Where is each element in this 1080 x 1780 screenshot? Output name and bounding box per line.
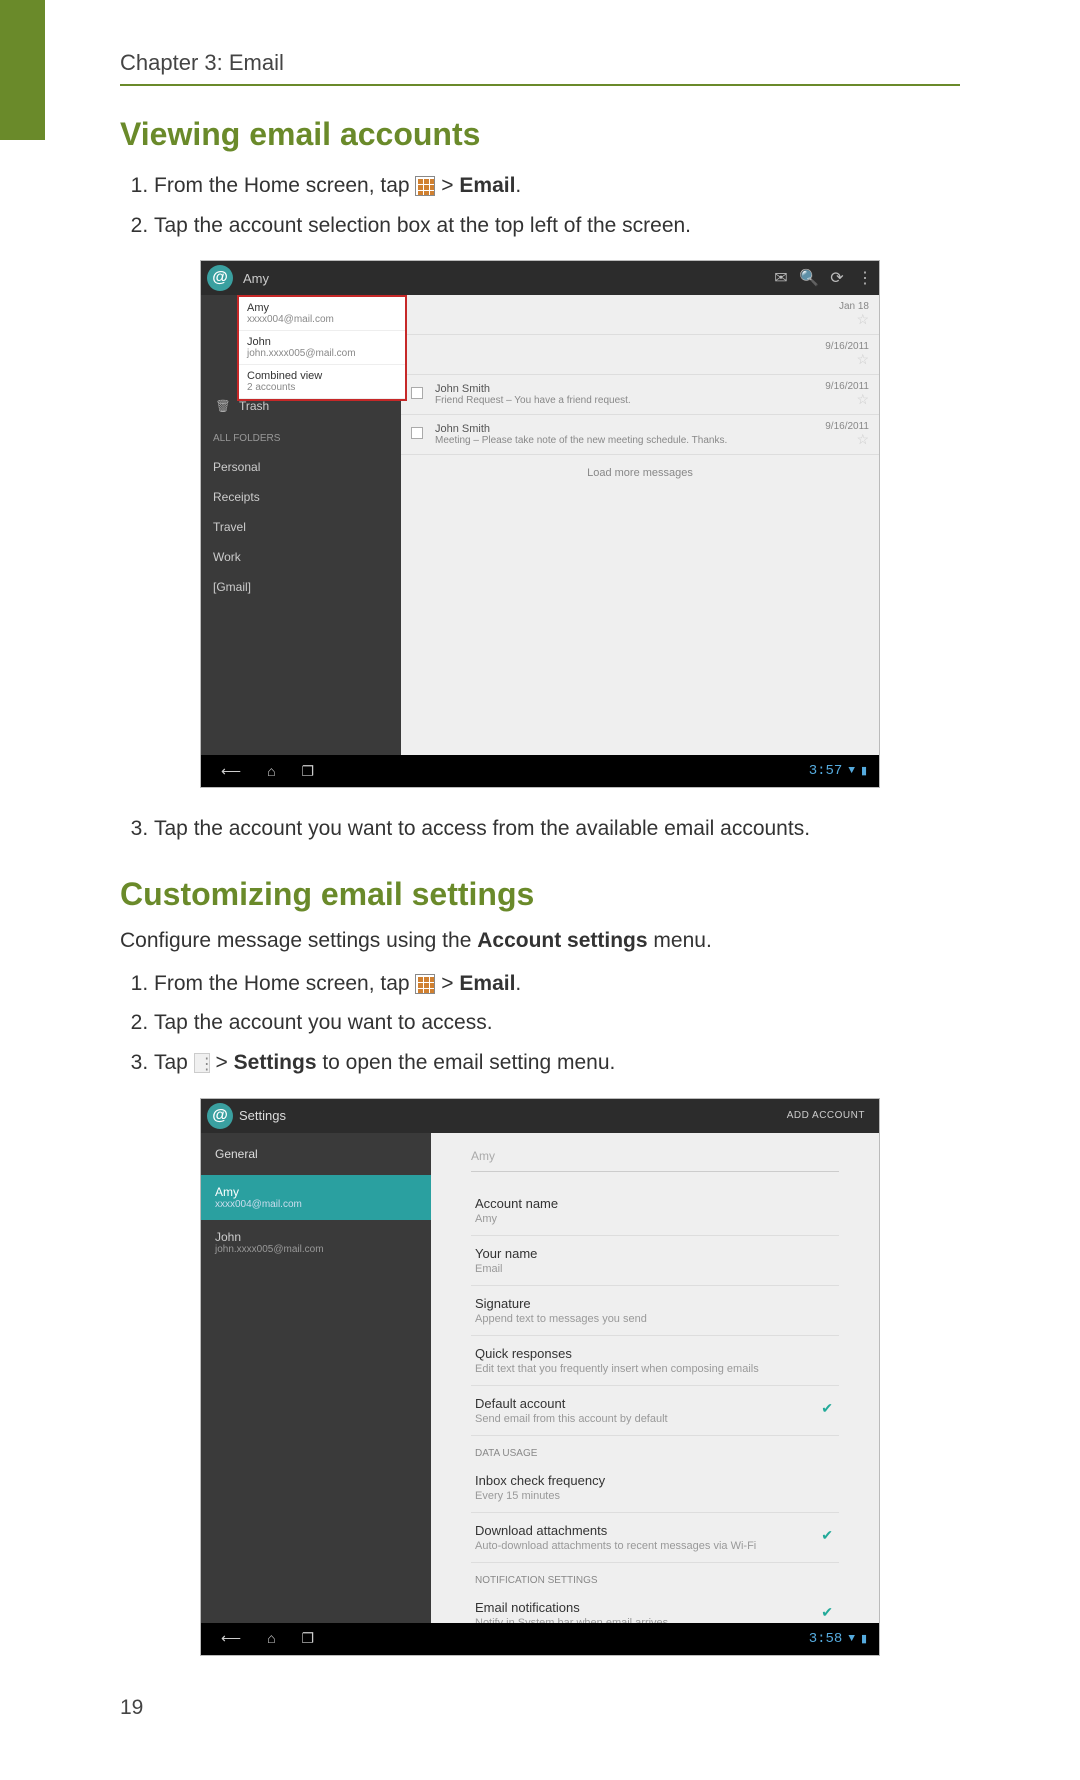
dropdown-item[interactable]: Combined view 2 accounts — [239, 365, 405, 399]
checkbox[interactable] — [411, 427, 423, 439]
settings-topbar: @ Settings ADD ACCOUNT — [201, 1099, 879, 1133]
email-at-icon: @ — [207, 265, 233, 291]
apps-grid-icon — [415, 176, 435, 196]
home-icon[interactable]: ⌂ — [267, 763, 275, 780]
step-2b: Tap the account you want to access. — [154, 1006, 960, 1040]
chapter-header: Chapter 3: Email — [120, 50, 960, 86]
overflow-menu-icon — [194, 1053, 210, 1073]
step-3b: Tap > Settings to open the email setting… — [154, 1046, 960, 1080]
sidebar-item[interactable]: Personal — [201, 452, 401, 482]
back-icon[interactable]: ⟵ — [221, 763, 241, 780]
checkbox-checked-icon[interactable]: ✔ — [821, 1604, 833, 1621]
account-selector[interactable]: Amy — [239, 271, 767, 286]
refresh-icon[interactable]: ⟳ — [823, 268, 851, 288]
clock: 3:58 — [809, 1631, 843, 1647]
settings-row[interactable]: SignatureAppend text to messages you sen… — [471, 1286, 839, 1336]
step-3: Tap the account you want to access from … — [154, 812, 960, 846]
sidebar-item[interactable]: Work — [201, 542, 401, 572]
settings-row[interactable]: Your nameEmail — [471, 1236, 839, 1286]
sidebar-item[interactable]: Receipts — [201, 482, 401, 512]
checkbox-checked-icon[interactable]: ✔ — [821, 1527, 833, 1544]
settings-row[interactable]: Download attachmentsAuto-download attach… — [471, 1513, 839, 1563]
compose-icon[interactable]: ✉ — [767, 268, 795, 288]
apps-grid-icon — [415, 974, 435, 994]
recent-apps-icon[interactable]: ❐ — [302, 763, 315, 780]
system-navbar: ⟵ ⌂ ❐ 3:57 ▼ ▮ — [201, 755, 879, 787]
settings-row[interactable]: Default accountSend email from this acco… — [471, 1386, 839, 1436]
settings-general[interactable]: General — [201, 1133, 431, 1175]
settings-category: NOTIFICATION SETTINGS — [471, 1563, 839, 1590]
add-account-button[interactable]: ADD ACCOUNT — [787, 1110, 879, 1121]
home-icon[interactable]: ⌂ — [267, 1630, 275, 1647]
message-row[interactable]: John Smith Meeting – Please take note of… — [401, 415, 879, 455]
section-tab — [0, 0, 45, 140]
wifi-icon: ▼ — [848, 765, 855, 777]
screenshot-email-settings: @ Settings ADD ACCOUNT General Amy xxxx0… — [200, 1098, 880, 1656]
section-title-viewing: Viewing email accounts — [120, 116, 960, 153]
battery-icon: ▮ — [861, 1632, 867, 1646]
star-icon[interactable]: ☆ — [856, 391, 869, 408]
step-1: From the Home screen, tap > Email. — [154, 169, 960, 203]
dropdown-item[interactable]: Amy xxxx004@mail.com — [239, 297, 405, 331]
trash-icon: 🗑 — [213, 399, 233, 413]
account-dropdown[interactable]: Amy xxxx004@mail.com John john.xxxx005@m… — [237, 295, 407, 401]
message-row[interactable]: John Smith Friend Request – You have a f… — [401, 375, 879, 415]
clock: 3:57 — [809, 763, 843, 779]
settings-row[interactable]: Email notificationsNotify in System bar … — [471, 1590, 839, 1623]
message-row[interactable]: Jan 18 ☆ — [401, 295, 879, 335]
step-1b: From the Home screen, tap > Email. — [154, 967, 960, 1001]
section-intro: Configure message settings using the Acc… — [120, 929, 960, 953]
settings-row[interactable]: Quick responsesEdit text that you freque… — [471, 1336, 839, 1386]
search-icon[interactable]: 🔍 — [795, 268, 823, 288]
recent-apps-icon[interactable]: ❐ — [302, 1630, 315, 1647]
settings-account-item[interactable]: Amy xxxx004@mail.com — [201, 1175, 431, 1220]
message-list: Jan 18 ☆ 9/16/2011 ☆ John Smith Friend R… — [401, 295, 879, 755]
settings-sidebar: General Amy xxxx004@mail.com John john.x… — [201, 1133, 431, 1623]
settings-row[interactable]: Inbox check frequencyEvery 15 minutes — [471, 1463, 839, 1513]
sidebar-header-allfolders: ALL FOLDERS — [201, 421, 401, 452]
app-topbar: @ Amy ✉ 🔍 ⟳ ⋮ — [201, 261, 879, 295]
settings-account-item[interactable]: John john.xxxx005@mail.com — [201, 1220, 431, 1265]
dropdown-item[interactable]: John john.xxxx005@mail.com — [239, 331, 405, 365]
settings-panel: Amy Account nameAmy Your nameEmail Signa… — [431, 1133, 879, 1623]
settings-category: DATA USAGE — [471, 1436, 839, 1463]
sidebar-item[interactable]: Travel — [201, 512, 401, 542]
message-row[interactable]: 9/16/2011 ☆ — [401, 335, 879, 375]
star-icon[interactable]: ☆ — [856, 431, 869, 448]
folder-sidebar: Amy xxxx004@mail.com John john.xxxx005@m… — [201, 295, 401, 755]
settings-row[interactable]: Account nameAmy — [471, 1186, 839, 1236]
step-2: Tap the account selection box at the top… — [154, 209, 960, 243]
load-more-button[interactable]: Load more messages — [401, 455, 879, 491]
section-title-customizing: Customizing email settings — [120, 876, 960, 913]
wifi-icon: ▼ — [848, 1633, 855, 1645]
sidebar-item[interactable]: [Gmail] — [201, 572, 401, 602]
star-icon[interactable]: ☆ — [856, 351, 869, 368]
screenshot-email-accounts: @ Amy ✉ 🔍 ⟳ ⋮ Amy xxxx004@mail.com John … — [200, 260, 880, 788]
system-navbar: ⟵ ⌂ ❐ 3:58 ▼ ▮ — [201, 1623, 879, 1655]
checkbox[interactable] — [411, 387, 423, 399]
page-number: 19 — [120, 1696, 960, 1720]
settings-title: Settings — [239, 1108, 286, 1123]
overflow-menu-icon[interactable]: ⋮ — [851, 268, 879, 288]
email-at-icon: @ — [207, 1103, 233, 1129]
checkbox-checked-icon[interactable]: ✔ — [821, 1400, 833, 1417]
star-icon[interactable]: ☆ — [856, 311, 869, 328]
back-icon[interactable]: ⟵ — [221, 1630, 241, 1647]
settings-owner: Amy — [471, 1149, 839, 1163]
battery-icon: ▮ — [861, 764, 867, 778]
